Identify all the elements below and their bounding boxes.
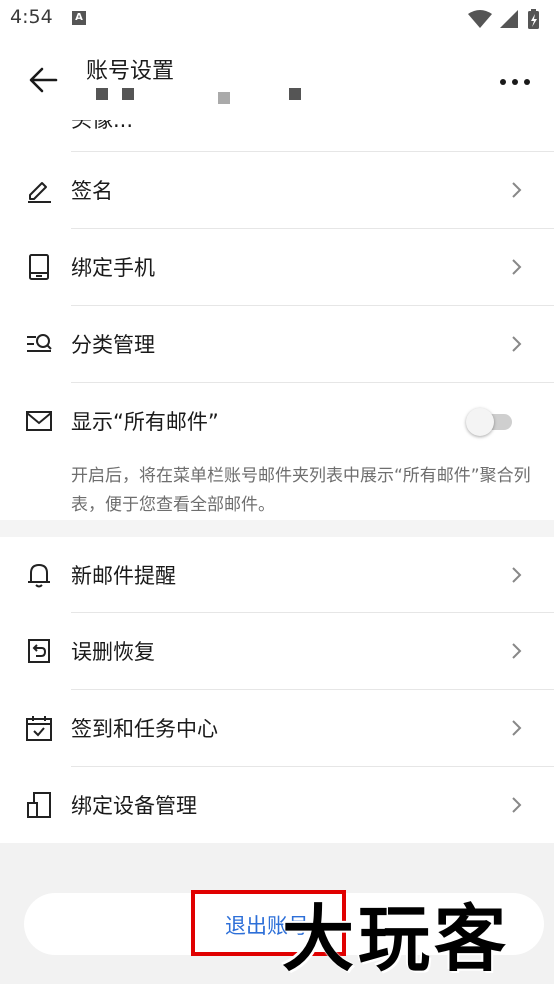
app-bar: 账号设置 [0, 36, 554, 120]
account-email-redacted [96, 86, 326, 104]
back-button[interactable] [26, 64, 60, 96]
chevron-right-icon [512, 336, 522, 352]
chevron-right-icon [512, 797, 522, 813]
watermark-logo: 大玩客 [282, 897, 511, 981]
deleted-recovery-row[interactable]: 误删恢复 [0, 613, 554, 689]
bind-phone-label: 绑定手机 [71, 256, 155, 280]
status-time: 4:54 [10, 6, 53, 28]
pencil-icon [28, 182, 51, 203]
show-all-mail-description: 开启后，将在菜单栏账号邮件夹列表中展示“所有邮件”聚合列表，便于您查看全部邮件。 [71, 466, 531, 515]
notification-icon: A [72, 11, 86, 25]
signature-label: 签名 [71, 179, 113, 203]
restore-icon [28, 639, 50, 663]
bell-icon [28, 564, 50, 588]
chevron-right-icon [512, 259, 522, 275]
chevron-right-icon [512, 567, 522, 583]
chevron-right-icon [512, 643, 522, 659]
list-search-icon [27, 334, 52, 352]
new-mail-alert-row[interactable]: 新邮件提醒 [0, 537, 554, 613]
status-bar: 4:54 A [0, 0, 554, 36]
category-management-label: 分类管理 [71, 333, 155, 357]
signature-row[interactable]: 签名 [0, 152, 554, 228]
bound-device-management-row[interactable]: 绑定设备管理 [0, 767, 554, 843]
arrow-left-icon [29, 67, 58, 93]
chevron-right-icon [512, 720, 522, 736]
calendar-check-icon [26, 716, 52, 741]
show-all-mail-toggle[interactable] [466, 408, 514, 436]
battery-icon [528, 9, 539, 29]
more-options-button[interactable] [498, 74, 532, 88]
deleted-recovery-label: 误删恢复 [71, 640, 155, 664]
new-mail-alert-label: 新邮件提醒 [71, 564, 176, 588]
chevron-right-icon [512, 182, 522, 198]
page-title: 账号设置 [86, 59, 175, 84]
checkin-task-center-row[interactable]: 签到和任务中心 [0, 690, 554, 766]
signal-icon [500, 10, 518, 28]
mail-icon [26, 411, 52, 431]
category-management-row[interactable]: 分类管理 [0, 306, 554, 382]
devices-icon [27, 792, 51, 818]
show-all-mail-label: 显示“所有邮件” [71, 410, 219, 434]
checkin-task-center-label: 签到和任务中心 [71, 717, 218, 741]
section-separator [0, 520, 554, 537]
status-icons [466, 8, 542, 34]
wifi-icon [468, 10, 492, 28]
show-all-mail-row: 显示“所有邮件” [0, 383, 554, 459]
bound-device-management-label: 绑定设备管理 [71, 794, 197, 818]
more-horizontal-icon [500, 79, 530, 85]
bind-phone-row[interactable]: 绑定手机 [0, 229, 554, 305]
phone-icon [29, 254, 49, 280]
